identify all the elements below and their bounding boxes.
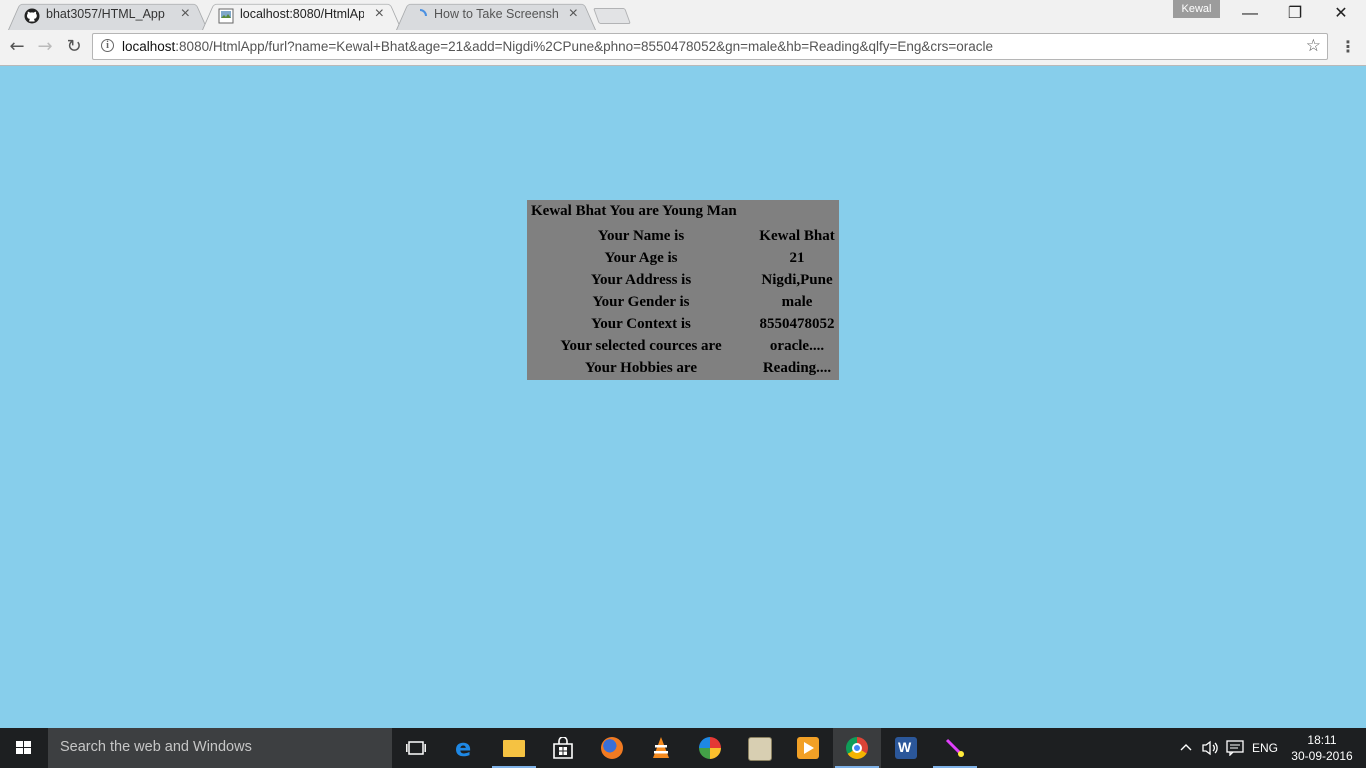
forward-button[interactable]: → (33, 36, 57, 58)
info-icon[interactable]: i (101, 39, 114, 52)
loading-spinner-icon (419, 9, 427, 17)
browser-toolbar: ← → ↻ i localhost:8080/HtmlApp/furl?name… (0, 30, 1366, 66)
table-row: Your Name is Kewal Bhat (527, 225, 839, 247)
vlc-icon[interactable] (637, 728, 685, 768)
details-table: Your Name is Kewal Bhat Your Age is 21 Y… (527, 225, 839, 379)
tab-title: bhat3057/HTML_App (46, 7, 165, 21)
chrome-icon[interactable] (833, 728, 881, 768)
firefox-icon[interactable] (588, 728, 636, 768)
search-placeholder: Search the web and Windows (60, 739, 252, 755)
browser-titlebar: bhat3057/HTML_App × localhost:8080/HtmlA… (0, 0, 1366, 30)
row-value: Nigdi,Pune (761, 271, 833, 288)
start-button[interactable] (0, 728, 48, 768)
row-label: Your selected cources are (560, 337, 722, 354)
bookmark-star-icon[interactable]: ☆ (1306, 36, 1321, 56)
word-icon[interactable]: W (882, 728, 930, 768)
minimize-button[interactable]: — (1227, 0, 1273, 28)
url-host: localhost (122, 39, 176, 54)
row-value: 21 (789, 249, 805, 266)
github-icon (24, 8, 40, 24)
close-tab-icon[interactable]: × (569, 5, 578, 23)
row-label: Your Hobbies are (585, 359, 697, 376)
table-row: Your Address is Nigdi,Pune (527, 269, 839, 291)
store-icon[interactable] (539, 728, 587, 768)
table-row: Your Hobbies are Reading.... (527, 357, 839, 379)
row-label: Your Context is (591, 315, 691, 332)
media-player-icon[interactable] (784, 728, 832, 768)
row-value: 8550478052 (759, 315, 835, 332)
close-window-button[interactable]: ✕ (1318, 0, 1364, 28)
row-value: Kewal Bhat (759, 227, 835, 244)
restore-button[interactable]: ❐ (1272, 0, 1318, 28)
tab-title: How to Take Screenshots (434, 7, 558, 21)
url-text[interactable]: localhost:8080/HtmlApp/furl?name=Kewal+B… (122, 39, 993, 54)
edge-icon[interactable]: e (441, 728, 489, 768)
row-value: Reading.... (762, 359, 832, 376)
table-row: Your selected cources are oracle.... (527, 335, 839, 357)
row-value: oracle.... (769, 337, 825, 354)
row-label: Your Age is (604, 249, 678, 266)
paint-app-icon[interactable] (931, 728, 979, 768)
reload-button[interactable]: ↻ (62, 36, 86, 58)
picasa-icon[interactable] (686, 728, 734, 768)
file-explorer-icon[interactable] (490, 728, 538, 768)
row-label: Your Name is (597, 227, 685, 244)
notifications-icon[interactable] (1224, 728, 1246, 768)
greeting-caption: Kewal Bhat You are Young Man (531, 203, 737, 219)
browser-menu-icon[interactable]: ⋮ (1340, 37, 1356, 57)
system-clock[interactable]: 18:11 30-09-2016 (1284, 732, 1360, 764)
result-panel: Kewal Bhat You are Young Man Your Name i… (527, 200, 839, 380)
table-row: Your Gender is male (527, 291, 839, 313)
row-label: Your Gender is (592, 293, 690, 310)
back-button[interactable]: ← (5, 36, 29, 58)
row-value: male (781, 293, 813, 310)
windows-logo-icon (16, 741, 32, 755)
tab-title: localhost:8080/HtmlApp/ (240, 7, 364, 21)
close-tab-icon[interactable]: × (375, 5, 384, 23)
table-row: Your Age is 21 (527, 247, 839, 269)
taskbar-search-box[interactable]: Search the web and Windows (48, 728, 392, 768)
clock-date: 30-09-2016 (1291, 749, 1353, 763)
tab-screenshots[interactable]: How to Take Screenshots × (396, 0, 596, 30)
url-path: :8080/HtmlApp/furl?name=Kewal+Bhat&age=2… (175, 39, 994, 54)
page-icon (218, 8, 234, 24)
task-view-icon[interactable] (392, 728, 440, 768)
tab-github[interactable]: bhat3057/HTML_App × (8, 0, 208, 30)
notepad-app-icon[interactable] (735, 728, 783, 768)
tray-overflow-icon[interactable] (1176, 728, 1194, 768)
new-tab-button[interactable] (593, 8, 631, 24)
volume-icon[interactable] (1199, 728, 1221, 768)
close-tab-icon[interactable]: × (181, 5, 190, 23)
address-bar[interactable]: i localhost:8080/HtmlApp/furl?name=Kewal… (92, 33, 1328, 60)
windows-taskbar: Search the web and Windows e W ENG 18:11… (0, 728, 1366, 768)
language-indicator[interactable]: ENG (1250, 728, 1280, 768)
tab-localhost[interactable]: localhost:8080/HtmlApp/ × (202, 0, 402, 30)
table-row: Your Context is 8550478052 (527, 313, 839, 335)
profile-badge[interactable]: Kewal (1173, 0, 1220, 18)
row-label: Your Address is (590, 271, 692, 288)
clock-time: 18:11 (1307, 733, 1337, 747)
